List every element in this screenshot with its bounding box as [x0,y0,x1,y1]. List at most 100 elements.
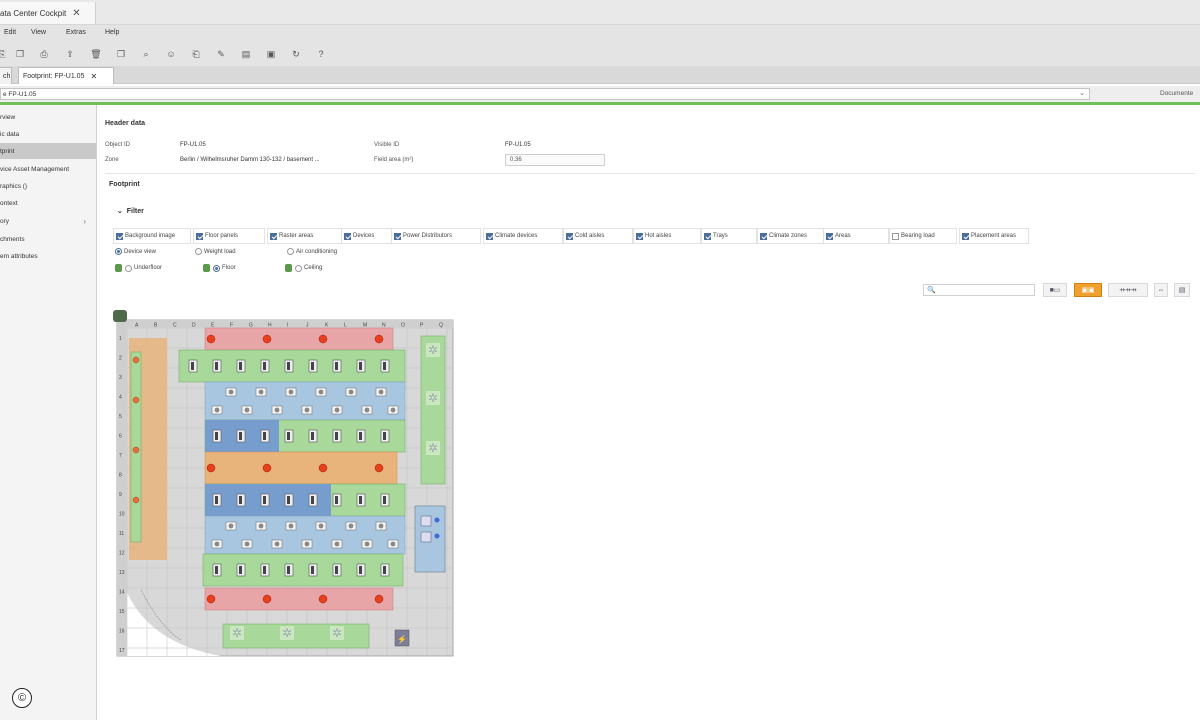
radio-air-conditioning[interactable]: Air conditioning [287,248,337,255]
filter-toggle[interactable]: ⌄ Filter [117,207,144,215]
highlight-button[interactable]: ▣▣ [1074,283,1102,297]
checkbox-icon[interactable] [566,232,573,240]
filter-label: Hot aisles [645,233,672,239]
chevron-right-icon[interactable]: › [83,217,86,226]
radio-floor[interactable]: Floor [203,264,236,272]
filter-trays[interactable]: Trays [701,228,757,244]
row-label: 10 [119,512,125,518]
tab-label: ch [3,72,11,80]
sidebar-item-basic-data[interactable]: ic data [0,126,96,142]
rack-door-icon [287,566,290,574]
filter-label: Climate devices [495,233,538,239]
checkbox-icon[interactable] [486,232,493,240]
sidebar-item-footprint[interactable]: tprint [0,143,96,159]
checkbox-icon[interactable] [394,232,401,240]
sidebar-item-context[interactable]: ontext [0,195,96,211]
row-label: 8 [119,473,122,479]
filter-background-image[interactable]: Background image [113,228,191,244]
sidebar-item-system-attributes[interactable]: em attributes [0,248,96,264]
radio-icon[interactable] [125,264,132,272]
sidebar-item-attachments[interactable]: chments [0,231,96,247]
copy-icon[interactable]: ❐ [14,48,26,60]
sidebar-item-graphics[interactable]: raphics () [0,178,96,194]
checkbox-icon[interactable] [270,232,277,240]
tab-footprint[interactable]: Footprint: FP-U1.05 ✕ [18,67,114,84]
checkbox-icon[interactable] [892,232,899,240]
tab-search[interactable]: ch [0,67,12,84]
save-icon[interactable]: ⎙ [38,48,50,60]
arrange-button[interactable]: ⇸⇸⇸ [1108,283,1148,297]
floor-plan[interactable]: ABCDEFGHIJKLMNOPQ 1234567891011121314151… [111,310,456,660]
sidebar-item-overview[interactable]: rview [0,109,96,125]
field-area-input[interactable]: 0.36 [505,154,605,166]
filter-raster-areas[interactable]: Raster areas [267,228,343,244]
image-icon[interactable]: ▣ [265,48,277,60]
sidebar-item-history[interactable]: ory › [0,213,96,229]
radio-icon[interactable] [213,264,220,272]
radio-weight-load[interactable]: Weight load [195,248,236,255]
filter-cold-aisles[interactable]: Cold aisles [563,228,633,244]
checkbox-icon[interactable] [962,232,969,240]
fit-width-icon[interactable]: ⇔ [1154,283,1168,297]
cold-aisle-2 [204,515,406,555]
filter-devices[interactable]: Devices [341,228,393,244]
documents-label[interactable]: Documente [1160,90,1193,97]
filter-label: Raster areas [279,233,314,239]
radio-icon[interactable] [295,264,302,272]
sidebar-item-label: rview [0,113,16,121]
footprint-search-input[interactable]: 🔍 [923,284,1035,296]
radio-device-view[interactable]: Device view [115,248,156,255]
object-selector[interactable]: e FP-U1.05 ⌄ [0,88,1090,100]
checkbox-icon[interactable] [704,232,711,240]
filter-areas[interactable]: Areas [823,228,889,244]
export-icon[interactable]: ▤ [1174,283,1190,297]
menu-extras[interactable]: Extras [66,29,86,36]
checkbox-icon[interactable] [760,232,767,240]
menu-view[interactable]: View [31,29,46,36]
delete-icon[interactable]: 🗑 [90,48,102,60]
search-icon[interactable]: ⌕ [140,48,152,60]
climate-zone-middle [204,451,398,485]
sidebar: rview ic data tprint vice Asset Manageme… [0,105,97,720]
checkbox-icon[interactable] [826,232,833,240]
menu-help[interactable]: Help [105,29,119,36]
radio-icon[interactable] [287,248,294,255]
attach-icon[interactable]: ⎗ [190,48,202,60]
radio-ceiling[interactable]: Ceiling [285,264,322,272]
filter-climate-devices[interactable]: Climate devices [483,228,563,244]
app-window-tab[interactable]: ata Center Cockpit ✕ [0,2,96,24]
chevron-down-icon[interactable]: ⌄ [1079,89,1085,97]
new-icon[interactable]: ⎘ [0,48,8,60]
filter-placement-areas[interactable]: Placement areas [959,228,1029,244]
radio-icon[interactable] [195,248,202,255]
edit-icon[interactable]: ✎ [215,48,227,60]
help-icon[interactable]: ? [315,48,327,60]
close-icon[interactable]: ✕ [90,72,97,81]
power-distributor-icon [206,334,216,344]
filter-floor-panels[interactable]: Floor panels [193,228,265,244]
climate-column-right [420,335,446,485]
refresh-icon[interactable]: ↻ [290,48,302,60]
filter-hot-aisles[interactable]: Hot aisles [633,228,701,244]
radio-underfloor[interactable]: Underfloor [115,264,162,272]
checkbox-icon[interactable] [196,232,203,240]
sidebar-item-device-asset-management[interactable]: vice Asset Management [0,161,96,177]
menu-edit[interactable]: Edit [4,29,16,36]
filter-power-distributors[interactable]: Power Distributors [391,228,481,244]
legend-button[interactable]: ■▭ [1043,283,1067,297]
rack-door-icon [311,432,314,440]
filter-bearing-load[interactable]: Bearing load [889,228,957,244]
print-icon[interactable]: ▤ [240,48,252,60]
upload-icon[interactable]: ⇪ [64,48,76,60]
radio-icon[interactable] [115,248,122,255]
checkbox-icon[interactable] [116,232,123,240]
chat-icon[interactable]: ☺ [165,48,177,60]
rack-door-icon [335,362,338,370]
fan-icon [364,541,370,547]
close-icon[interactable]: ✕ [72,8,80,19]
duplicate-icon[interactable]: ❐ [115,48,127,60]
checkbox-icon[interactable] [344,232,351,240]
checkbox-icon[interactable] [636,232,643,240]
column-label: I [287,323,288,329]
filter-climate-zones[interactable]: Climate zones [757,228,825,244]
